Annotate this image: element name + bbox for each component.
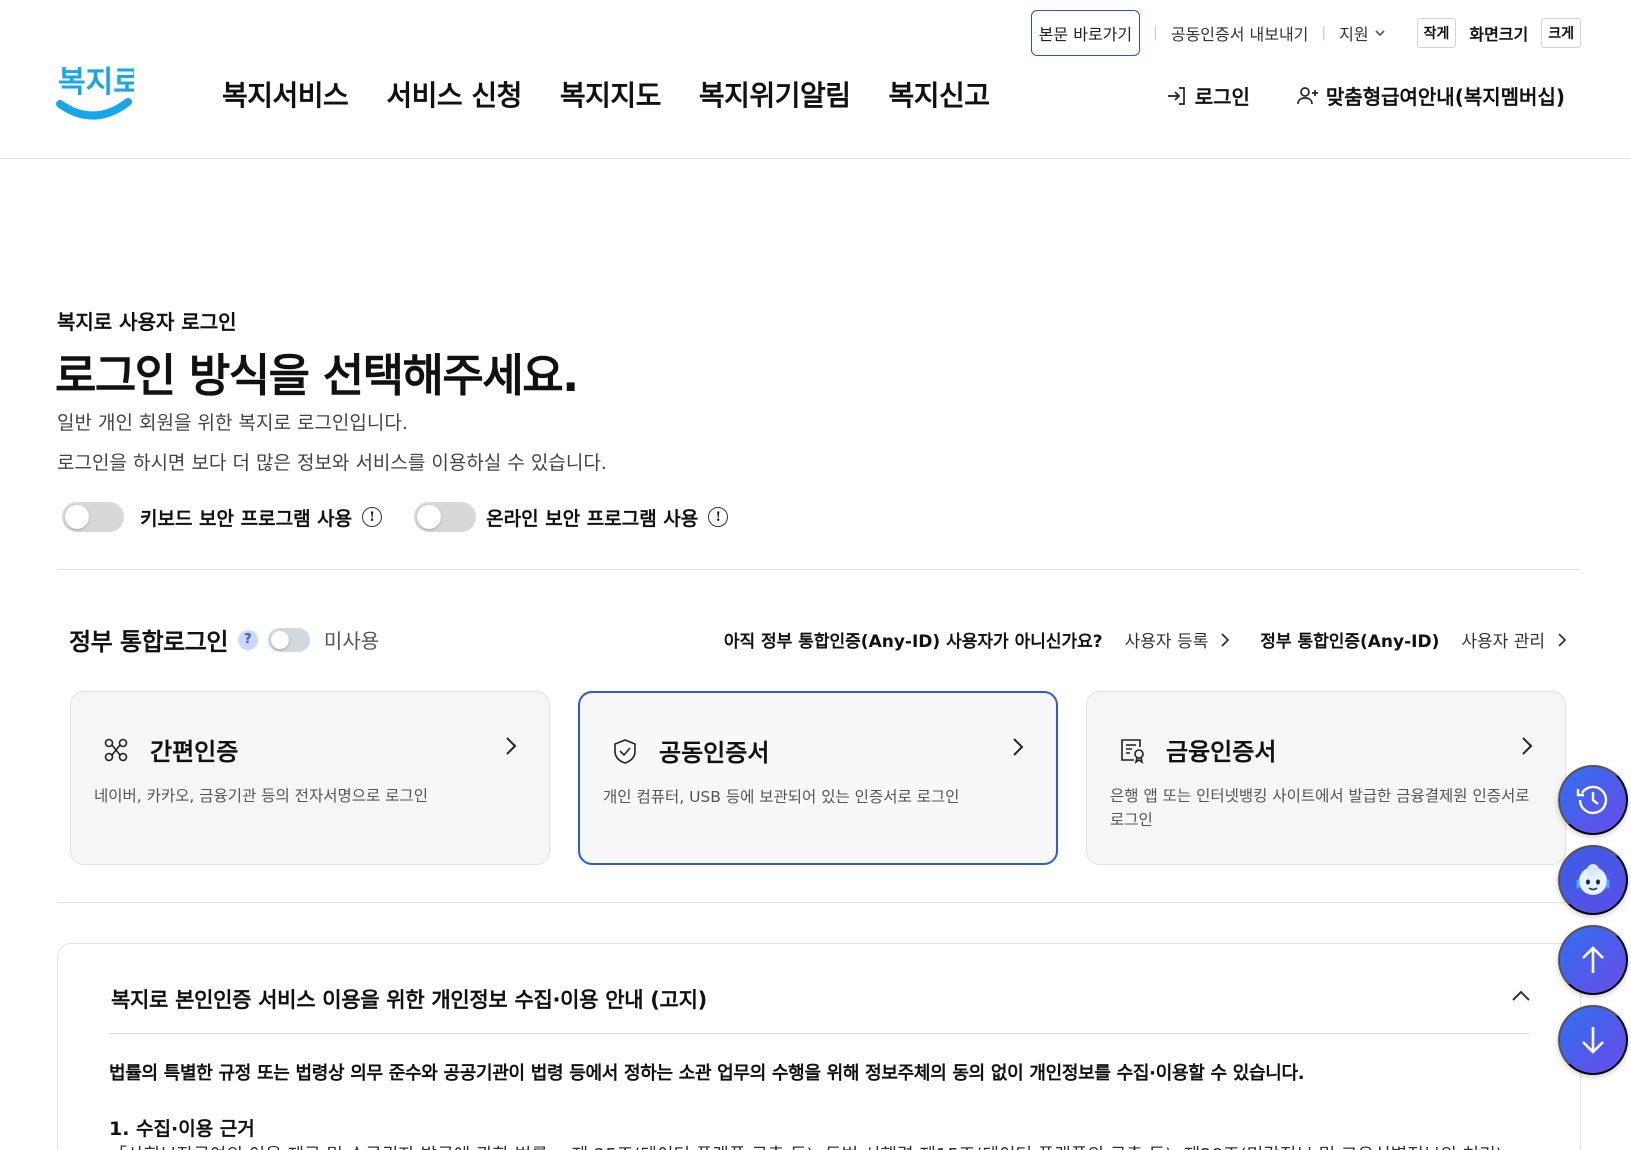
font-small-button[interactable]: 작게	[1416, 18, 1457, 48]
user-manage-link[interactable]: 사용자 관리	[1461, 627, 1569, 652]
chatbot-button[interactable]	[1558, 845, 1628, 915]
chatbot-icon	[1576, 864, 1610, 895]
nav-welfare-services[interactable]: 복지서비스	[222, 74, 349, 114]
export-cert-link[interactable]: 공동인증서 내보내기	[1171, 21, 1309, 45]
header-actions: 로그인 맞춤형급여안내(복지멤버십)	[1165, 81, 1565, 110]
login-label: 로그인	[1194, 85, 1250, 109]
logo-text: 복지로	[58, 65, 134, 100]
history-icon	[1576, 785, 1608, 815]
anyid-question: 아직 정부 통합인증(Any-ID) 사용자가 아니신가요?	[723, 632, 1103, 652]
nav-crisis-alert[interactable]: 복지위기알림	[699, 74, 851, 114]
card-desc: 개인 컴퓨터, USB 등에 보관되어 있는 인증서로 로그인	[603, 788, 960, 806]
chevron-right-icon	[1013, 738, 1024, 756]
gov-login-header: 정부 통합로그인 ? 미사용	[69, 622, 379, 657]
bokjiro-logo: 복지로	[56, 65, 134, 120]
card-simple-auth[interactable]: 간편인증 네이버, 카카오, 금융기관 등의 전자서명으로 로그인	[70, 691, 550, 865]
page-title: 로그인 방식을 선택해주세요.	[55, 349, 579, 402]
nav-welfare-map[interactable]: 복지지도	[560, 74, 662, 114]
chevron-right-icon	[1558, 632, 1567, 647]
font-large-button[interactable]: 크게	[1541, 18, 1581, 48]
user-register-label: 사용자 등록	[1124, 632, 1209, 652]
main-nav: 복지서비스 서비스 신청 복지지도 복지위기알림 복지신고	[222, 74, 990, 114]
online-security-toggle-group: 온라인 보안 프로그램 사용 !	[414, 502, 729, 532]
card-title: 공동인증서	[659, 739, 770, 767]
nav-service-apply[interactable]: 서비스 신청	[386, 74, 522, 114]
privacy-notice: 복지로 본인인증 서비스 이용을 위한 개인정보 수집·이용 안내 (고지) 법…	[57, 943, 1581, 1150]
gov-links: 아직 정부 통합인증(Any-ID) 사용자가 아니신가요? 사용자 등록 정부…	[724, 627, 1569, 652]
notice-lead: 법률의 특별한 규정 또는 법령상 의무 준수와 공공기관이 법령 등에서 정하…	[109, 1063, 1305, 1084]
keyboard-security-toggle-group: 키보드 보안 프로그램 사용 !	[62, 502, 383, 532]
keyboard-security-switch[interactable]	[62, 502, 124, 532]
help-icon[interactable]: ?	[237, 629, 258, 650]
card-desc: 네이버, 카카오, 금융기관 등의 전자서명으로 로그인	[94, 787, 428, 805]
anyid-label: 정부 통합인증(Any-ID)	[1260, 632, 1440, 652]
support-label: 지원	[1339, 25, 1369, 44]
chevron-up-icon[interactable]	[1510, 988, 1532, 1004]
intro-desc-1: 일반 개인 회원을 위한 복지로 로그인입니다.	[57, 412, 408, 434]
font-size-label: 화면크기	[1469, 25, 1529, 44]
card-desc: 은행 앱 또는 인터넷뱅킹 사이트에서 발급한 금융결제원 인증서로 로그인	[1110, 787, 1530, 829]
page: 본문 바로가기 | 공동인증서 내보내기 | 지원 작게 화면크기 크게 복지로…	[0, 0, 1631, 1150]
security-toggles: 키보드 보안 프로그램 사용 ! 온라인 보안 프로그램 사용 !	[62, 502, 729, 532]
shield-check-icon	[614, 738, 636, 764]
chevron-right-icon	[1221, 632, 1230, 647]
link-nodes-icon	[104, 738, 128, 761]
notice-divider	[109, 1033, 1529, 1034]
card-title-row: 금융인증서	[1118, 732, 1276, 767]
keyboard-security-label: 키보드 보안 프로그램 사용	[140, 507, 353, 530]
membership-link[interactable]: 맞춤형급여안내(복지멤버십)	[1296, 81, 1565, 110]
gov-login-state: 미사용	[323, 629, 380, 653]
login-link[interactable]: 로그인	[1165, 81, 1250, 110]
user-register-link[interactable]: 사용자 등록	[1125, 627, 1233, 652]
login-method-cards: 간편인증 네이버, 카카오, 금융기관 등의 전자서명으로 로그인 공동인증서 …	[70, 691, 1566, 865]
user-plus-icon	[1297, 86, 1318, 104]
chevron-down-icon	[1375, 30, 1385, 37]
divider: |	[1321, 25, 1327, 41]
nav-welfare-report[interactable]: 복지신고	[888, 74, 990, 114]
gov-login-switch[interactable]	[267, 627, 310, 652]
section-divider	[57, 569, 1581, 570]
user-manage-label: 사용자 관리	[1461, 632, 1545, 652]
card-financial-cert[interactable]: 금융인증서 은행 앱 또는 인터넷뱅킹 사이트에서 발급한 금융결제원 인증서로…	[1086, 691, 1566, 865]
info-icon[interactable]: !	[708, 507, 729, 527]
intro-desc-2: 로그인을 하시면 보다 더 많은 정보와 서비스를 이용하실 수 있습니다.	[57, 452, 607, 474]
chevron-right-icon	[1522, 737, 1533, 755]
arrow-up-icon	[1582, 946, 1604, 973]
gov-login-title: 정부 통합로그인	[69, 628, 228, 656]
page-eyebrow: 복지로 사용자 로그인	[57, 310, 237, 334]
card-title-row: 공동인증서	[611, 733, 769, 768]
notice-title: 복지로 본인인증 서비스 이용을 위한 개인정보 수집·이용 안내 (고지)	[111, 988, 707, 1012]
login-icon	[1167, 86, 1185, 105]
card-title: 간편인증	[150, 738, 239, 766]
section-divider	[57, 902, 1581, 903]
skip-to-content-link[interactable]: 본문 바로가기	[1030, 10, 1141, 56]
site-header: 본문 바로가기 | 공동인증서 내보내기 | 지원 작게 화면크기 크게 복지로…	[0, 0, 1631, 159]
certificate-icon	[1121, 738, 1144, 764]
online-security-label: 온라인 보안 프로그램 사용	[486, 507, 699, 530]
card-joint-cert[interactable]: 공동인증서 개인 컴퓨터, USB 등에 보관되어 있는 인증서로 로그인	[578, 691, 1058, 865]
arrow-down-icon	[1582, 1027, 1604, 1054]
info-icon[interactable]: !	[362, 507, 383, 527]
recent-history-button[interactable]	[1558, 765, 1628, 835]
notice-section-body: 「사회보장급여의 이용·제공 및 수급권자 발굴에 관한 법률」 제 25조(데…	[109, 1141, 1503, 1150]
online-security-switch[interactable]	[414, 502, 477, 532]
utility-bar: 본문 바로가기 | 공동인증서 내보내기 | 지원 작게 화면크기 크게	[1030, 10, 1581, 56]
scroll-top-button[interactable]	[1558, 925, 1628, 995]
notice-section-heading: 1. 수집·이용 근거	[109, 1118, 255, 1140]
divider: |	[1153, 25, 1158, 41]
card-title-row: 간편인증	[102, 732, 238, 767]
scroll-bottom-button[interactable]	[1558, 1005, 1628, 1075]
membership-label: 맞춤형급여안내(복지멤버십)	[1325, 85, 1565, 109]
support-dropdown[interactable]: 지원	[1339, 21, 1386, 45]
chevron-right-icon	[506, 737, 517, 755]
card-title: 금융인증서	[1166, 738, 1277, 766]
